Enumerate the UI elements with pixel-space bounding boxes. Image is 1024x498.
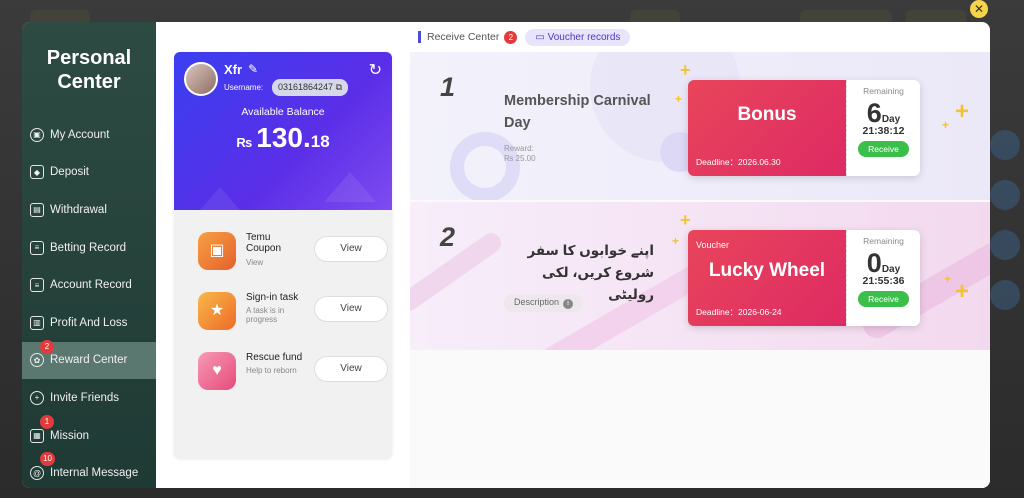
decorative-circle — [450, 132, 520, 200]
sign-in-task-view-button[interactable]: View — [314, 296, 388, 322]
reward-index: 2 — [440, 222, 456, 252]
ticket-face: Voucher Lucky Wheel Deadline：2026-06-24 — [688, 230, 846, 326]
reward-icon: ✿ — [30, 353, 44, 368]
sidebar-title: Personal Center — [46, 47, 132, 93]
ticket-countdown: Remaining 6Day 21:38:12 Receive — [846, 80, 920, 176]
remaining-time: 21:38:12 — [862, 125, 905, 137]
background-social-icons — [990, 130, 1024, 330]
bonus-ticket: Bonus Deadline：2026.06.30 Remaining 6Day… — [688, 80, 920, 176]
account-record-icon: ≡ — [30, 278, 44, 293]
decorative-triangle — [324, 172, 376, 202]
balance-label: Available Balance — [241, 106, 325, 118]
receive-center-badge: 2 — [504, 30, 518, 44]
edit-icon[interactable]: ✎ — [248, 62, 258, 76]
balance-card: Xfr ✎ ↻ Username: 03161864247 ⧉ Availabl… — [174, 52, 392, 217]
reward-row: + + + + 1 Membership Carnival Day Reward… — [410, 52, 990, 200]
account-icon: ▣ — [30, 127, 44, 142]
mission-badge: 1 — [40, 414, 54, 429]
sidebar-item-internal-message[interactable]: @ Internal Message 10 — [22, 452, 156, 488]
copy-icon[interactable]: ⧉ — [336, 82, 342, 92]
account-panel: Xfr ✎ ↻ Username: 03161864247 ⧉ Availabl… — [174, 52, 392, 458]
sidebar-item-deposit[interactable]: ◆ Deposit — [22, 154, 156, 192]
sparkle-icon: + — [944, 272, 952, 286]
temu-coupon-view-button[interactable]: View — [314, 236, 388, 262]
reward-title: Membership Carnival Day — [504, 93, 651, 131]
username-value[interactable]: 03161864247 ⧉ — [272, 79, 349, 96]
remaining-time: 21:55:36 — [862, 275, 905, 287]
sidebar: Personal Center ▣ My Account ◆ Deposit ▤… — [22, 22, 156, 488]
task-rescue-fund: ♥ Rescue fund Help to reborn View — [196, 350, 388, 398]
task-title: Rescue fund — [246, 352, 303, 363]
task-subtitle: Help to reborn — [246, 366, 297, 375]
ticket-deadline: Deadline：2026.06.30 — [696, 157, 781, 167]
deposit-icon: ◆ — [30, 165, 44, 180]
voucher-tag: Voucher — [696, 240, 730, 250]
rescue-fund-view-button[interactable]: View — [314, 356, 388, 382]
sidebar-item-account-record[interactable]: ≡ Account Record — [22, 266, 156, 304]
ticket-name: Bonus — [737, 104, 797, 125]
receive-button[interactable]: Receive — [858, 291, 909, 307]
ticket-name: Lucky Wheel — [708, 260, 826, 281]
reward-index: 1 — [440, 72, 456, 102]
info-icon: i — [563, 299, 574, 309]
withdrawal-icon: ▤ — [30, 202, 44, 217]
coupon-icon: ▣ — [198, 232, 236, 270]
gift-icon: ▦ — [30, 428, 44, 443]
balance-amount: ₨ 130.18 — [236, 122, 330, 153]
username: Xfr — [224, 62, 243, 77]
invite-friends-icon: + — [30, 390, 44, 405]
sidebar-item-mission[interactable]: ▦ Mission 1 — [22, 414, 156, 455]
active-tab-indicator — [418, 31, 421, 43]
sparkle-icon: + — [680, 60, 691, 80]
at-sign-icon: @ — [30, 466, 44, 481]
reward-amount: Reward: ₨ 25.00 — [504, 144, 536, 163]
sidebar-item-betting-record[interactable]: ≡ Betting Record — [22, 229, 156, 267]
receive-button[interactable]: Receive — [858, 141, 909, 157]
sparkle-icon: + — [955, 98, 970, 125]
internal-message-badge: 10 — [40, 452, 55, 467]
lucky-wheel-ticket: Voucher Lucky Wheel Deadline：2026-06-24 … — [688, 230, 920, 326]
personal-center-modal: Personal Center ▣ My Account ◆ Deposit ▤… — [22, 22, 990, 488]
calendar-icon: ★ — [198, 292, 236, 330]
betting-record-icon: ≡ — [30, 240, 44, 255]
sidebar-item-withdrawal[interactable]: ▤ Withdrawal — [22, 191, 156, 229]
sparkle-icon: + — [955, 278, 970, 305]
reward-tabs: Receive Center 2 ▭ Voucher records — [418, 28, 631, 46]
sparkle-icon: + — [672, 234, 680, 248]
currency-symbol: ₨ — [236, 135, 253, 150]
task-title: Sign-in task — [246, 292, 299, 303]
task-temu-coupon: ▣ Temu Coupon View View — [196, 230, 388, 278]
sidebar-item-profit-and-loss[interactable]: ▥ Profit And Loss — [22, 304, 156, 342]
refresh-icon[interactable]: ↻ — [369, 60, 382, 80]
reward-list: + + + + 1 Membership Carnival Day Reward… — [410, 52, 990, 488]
remaining-label: Remaining — [863, 86, 904, 96]
money-bag-icon: ♥ — [198, 352, 236, 390]
profit-loss-icon: ▥ — [30, 315, 44, 330]
ticket-countdown: Remaining 0Day 21:55:36 Receive — [846, 230, 920, 326]
task-subtitle: A task is in progress — [246, 306, 285, 324]
tab-receive-center[interactable]: Receive Center — [427, 31, 499, 43]
username-label: Username: — [224, 83, 264, 92]
description-button[interactable]: Description i — [504, 294, 584, 312]
reward-row: + + + + 2 اپنے خوابوں کا سفر شروع کریں، … — [410, 202, 990, 350]
decorative-stripe — [410, 229, 505, 315]
sidebar-item-reward-center[interactable]: ✿ Reward Center 2 — [22, 339, 156, 380]
sidebar-item-invite-friends[interactable]: + Invite Friends — [22, 379, 156, 417]
task-title: Temu Coupon — [246, 232, 282, 254]
ticket-face: Bonus Deadline：2026.06.30 — [688, 80, 846, 176]
sidebar-item-my-account[interactable]: ▣ My Account — [22, 116, 156, 154]
tab-voucher-records[interactable]: ▭ Voucher records — [525, 28, 631, 46]
ticket-icon: ▭ — [535, 31, 545, 43]
sparkle-icon: + — [680, 210, 691, 230]
ticket-deadline: Deadline：2026-06-24 — [696, 307, 782, 317]
reward-center-badge: 2 — [40, 339, 54, 354]
sparkle-icon: + — [942, 118, 950, 132]
task-subtitle: View — [246, 258, 264, 267]
sparkle-icon: + — [675, 92, 683, 106]
task-sign-in: ★ Sign-in task A task is in progress Vie… — [196, 290, 388, 338]
avatar — [184, 62, 218, 96]
remaining-label: Remaining — [863, 236, 904, 246]
close-button[interactable]: ✕ — [970, 0, 988, 18]
decorative-triangle — [194, 187, 246, 217]
